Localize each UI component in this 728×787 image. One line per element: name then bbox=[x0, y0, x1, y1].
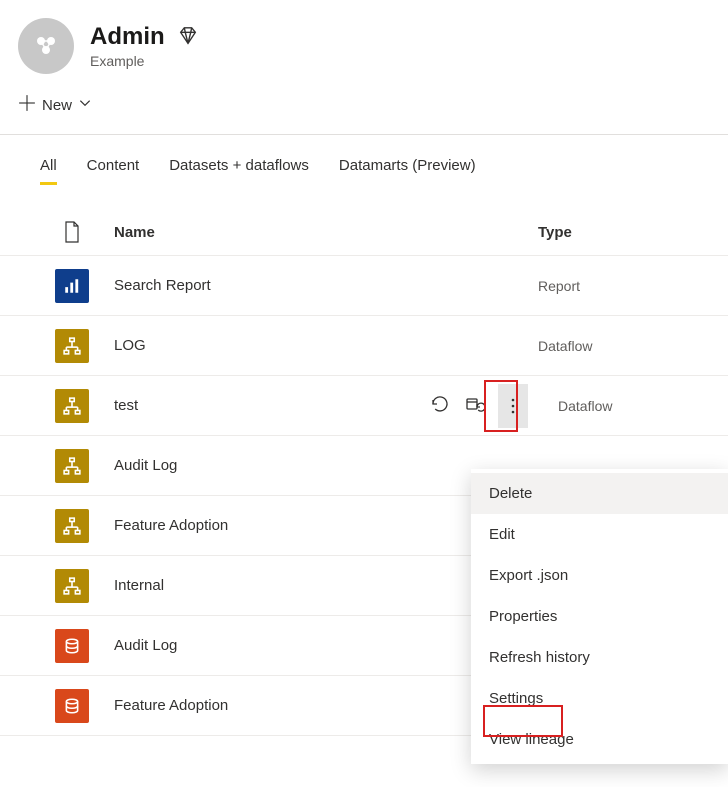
menu-item-export-json[interactable]: Export .json bbox=[471, 555, 728, 596]
tab-all[interactable]: All bbox=[40, 157, 57, 185]
item-name: LOG bbox=[96, 337, 538, 354]
table-row[interactable]: Search Report Report bbox=[0, 256, 728, 316]
dataset-icon bbox=[55, 629, 89, 663]
context-menu: Delete Edit Export .json Properties Refr… bbox=[471, 469, 728, 764]
item-name: Search Report bbox=[96, 277, 538, 294]
workspace-header: Admin Example bbox=[0, 0, 728, 84]
dataflow-icon bbox=[55, 569, 89, 603]
menu-item-delete[interactable]: Delete bbox=[471, 473, 728, 514]
dataflow-icon bbox=[55, 329, 89, 363]
avatar bbox=[18, 18, 74, 74]
new-label: New bbox=[42, 97, 72, 114]
tab-datasets-dataflows[interactable]: Datasets + dataflows bbox=[169, 157, 309, 185]
chevron-down-icon bbox=[78, 96, 92, 114]
premium-diamond-icon bbox=[177, 25, 199, 50]
schedule-refresh-icon[interactable] bbox=[464, 394, 484, 417]
dataflow-icon bbox=[55, 449, 89, 483]
column-header-type[interactable]: Type bbox=[538, 224, 728, 241]
table-row[interactable]: test Dataflow bbox=[0, 376, 728, 436]
menu-item-view-lineage[interactable]: View lineage bbox=[471, 719, 728, 760]
toolbar: New bbox=[0, 84, 728, 134]
tab-content[interactable]: Content bbox=[87, 157, 140, 185]
menu-item-edit[interactable]: Edit bbox=[471, 514, 728, 555]
column-headers: Name Type bbox=[0, 209, 728, 256]
column-header-icon bbox=[48, 221, 96, 243]
menu-item-properties[interactable]: Properties bbox=[471, 596, 728, 637]
menu-item-settings[interactable]: Settings bbox=[471, 678, 728, 719]
column-header-name[interactable]: Name bbox=[96, 224, 538, 241]
menu-item-refresh-history[interactable]: Refresh history bbox=[471, 637, 728, 678]
tab-bar: All Content Datasets + dataflows Datamar… bbox=[0, 135, 728, 185]
refresh-icon[interactable] bbox=[430, 394, 450, 417]
item-name: test bbox=[96, 397, 430, 414]
item-type: Report bbox=[538, 278, 728, 294]
new-button[interactable]: New bbox=[18, 94, 92, 116]
table-row[interactable]: LOG Dataflow bbox=[0, 316, 728, 376]
dataflow-icon bbox=[55, 509, 89, 543]
item-type: Dataflow bbox=[538, 338, 728, 354]
workspace-name: Admin bbox=[90, 23, 165, 51]
more-options-button[interactable] bbox=[498, 384, 528, 428]
item-type: Dataflow bbox=[538, 398, 728, 414]
tab-datamarts[interactable]: Datamarts (Preview) bbox=[339, 157, 476, 185]
dataset-icon bbox=[55, 689, 89, 723]
dataflow-icon bbox=[55, 389, 89, 423]
report-icon bbox=[55, 269, 89, 303]
workspace-subtitle: Example bbox=[90, 53, 199, 69]
plus-icon bbox=[18, 94, 36, 116]
row-actions bbox=[430, 384, 538, 428]
